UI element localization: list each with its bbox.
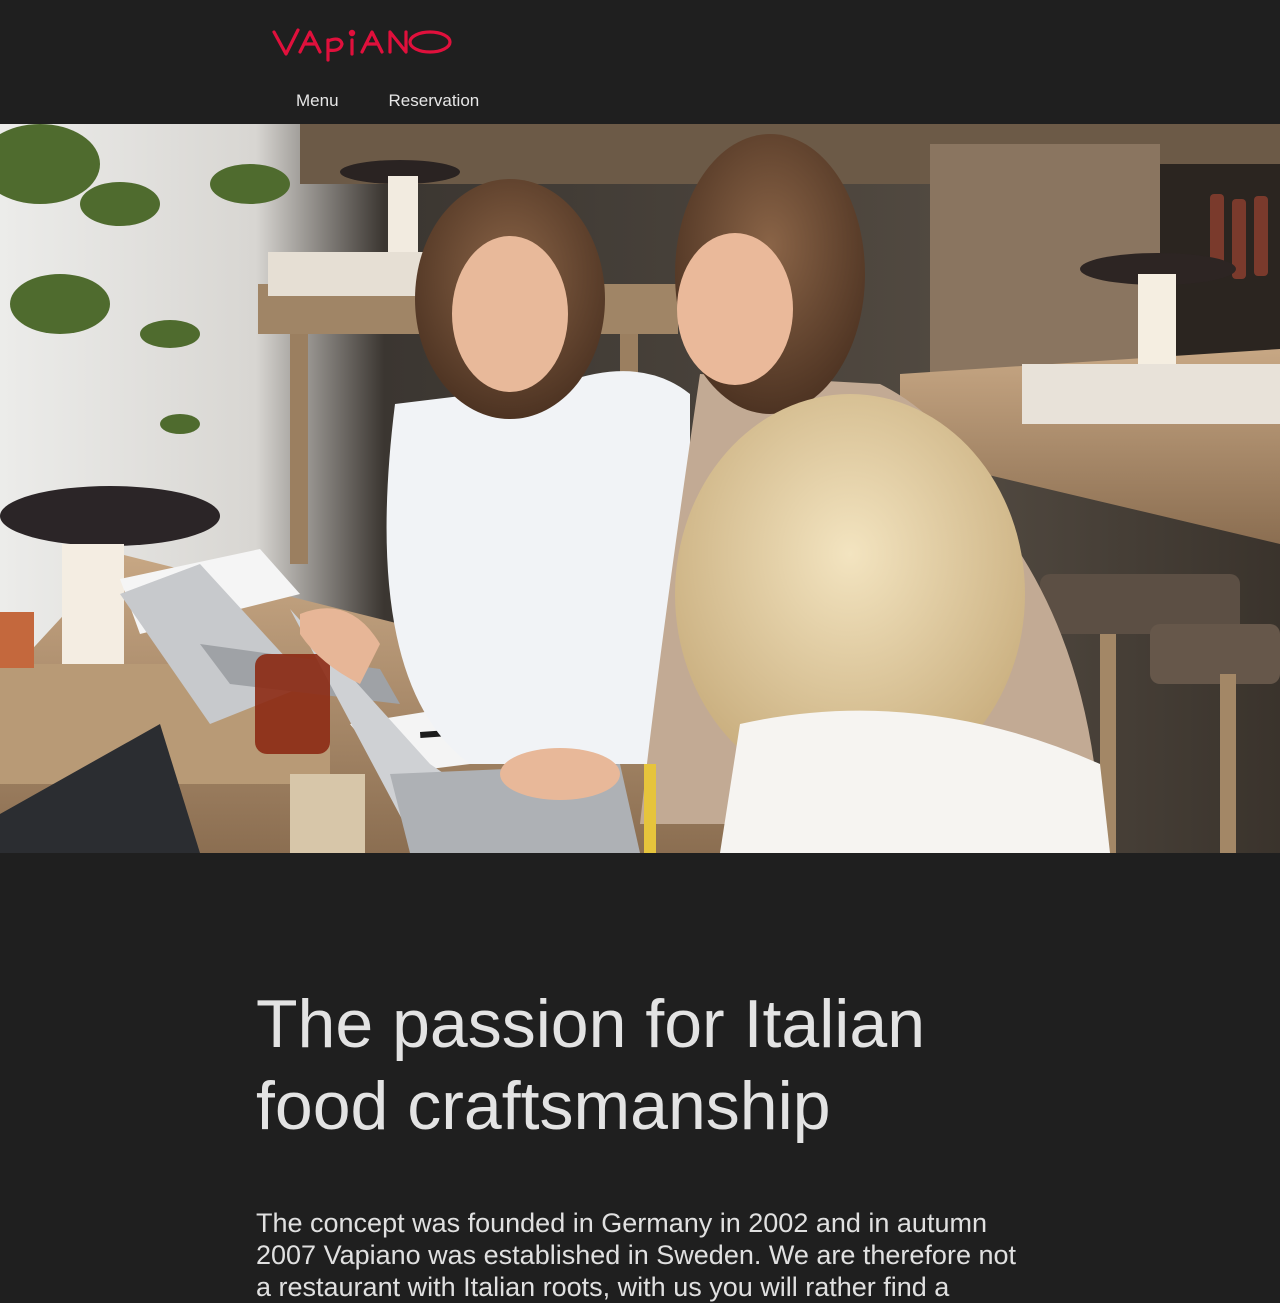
site-header: Menu Reservation: [0, 0, 1280, 124]
nav-item-menu[interactable]: Menu: [296, 91, 339, 111]
main-content: The passion for Italian food craftsmansh…: [256, 853, 1036, 1303]
nav-item-reservation[interactable]: Reservation: [389, 91, 480, 111]
hero-image: [0, 124, 1280, 853]
page-heading: The passion for Italian food craftsmansh…: [256, 986, 926, 1144]
vapiano-logo-wordmark: [272, 28, 452, 62]
main-nav: Menu Reservation: [296, 91, 529, 111]
hero-photo: [0, 124, 1280, 853]
vapiano-logo[interactable]: [270, 22, 456, 62]
intro-paragraph: The concept was founded in Germany in 20…: [256, 1208, 1016, 1302]
